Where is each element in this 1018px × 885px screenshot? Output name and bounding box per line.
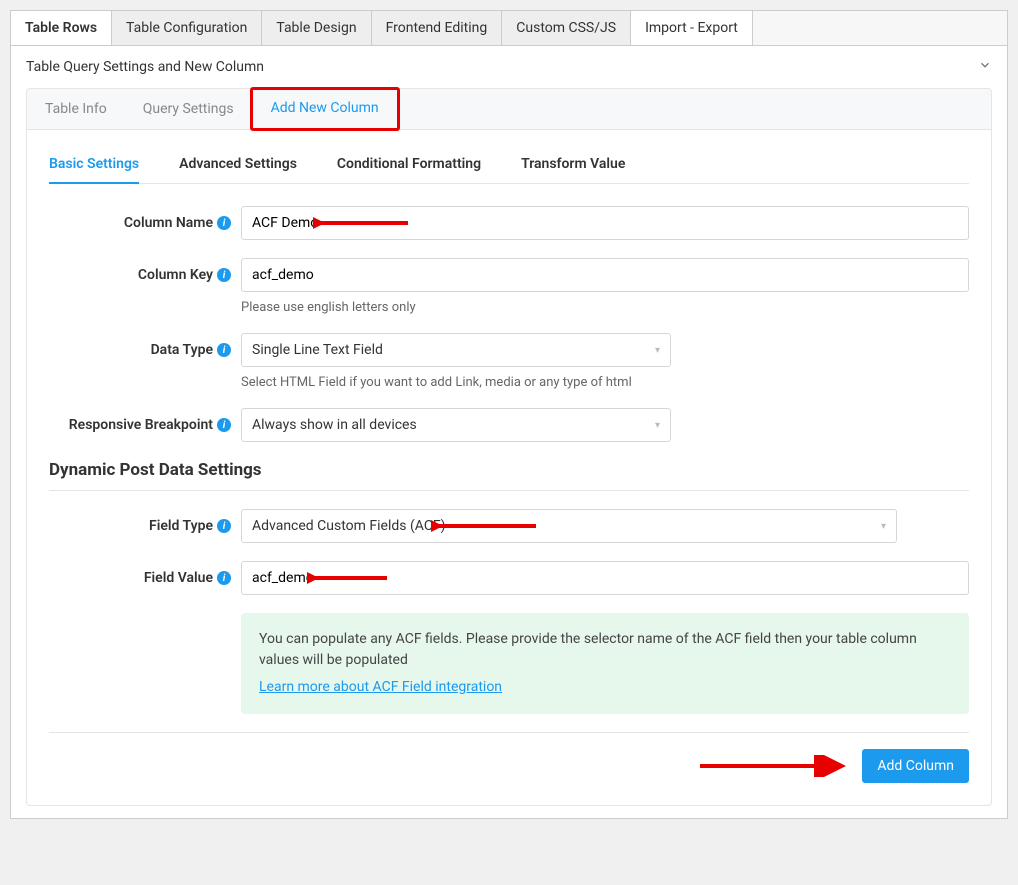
data-type-hint: Select HTML Field if you want to add Lin… [241, 375, 969, 390]
info-icon[interactable]: i [217, 571, 231, 585]
panel-title: Table Query Settings and New Column [26, 59, 264, 75]
footer-row: Add Column [49, 732, 969, 783]
responsive-breakpoint-label: Responsive Breakpoint i [49, 408, 241, 442]
field-type-select[interactable]: Advanced Custom Fields (ACF) ▾ [241, 509, 897, 543]
notice-text: You can populate any ACF fields. Please … [259, 629, 951, 671]
tab-table-configuration[interactable]: Table Configuration [112, 11, 262, 45]
info-icon[interactable]: i [217, 216, 231, 230]
chevron-down-icon: ▾ [881, 521, 886, 532]
tab-conditional-formatting[interactable]: Conditional Formatting [337, 148, 481, 183]
settings-panel: Table Query Settings and New Column Tabl… [10, 45, 1008, 819]
column-key-label: Column Key i [49, 258, 241, 292]
info-icon[interactable]: i [217, 519, 231, 533]
info-icon[interactable]: i [217, 418, 231, 432]
chevron-down-icon: ▾ [655, 420, 660, 431]
subtab-table-info[interactable]: Table Info [27, 89, 125, 129]
column-name-label: Column Name i [49, 206, 241, 240]
tab-frontend-editing[interactable]: Frontend Editing [372, 11, 503, 45]
collapse-toggle[interactable] [978, 58, 992, 76]
column-name-input[interactable] [241, 206, 969, 240]
tab-table-design[interactable]: Table Design [262, 11, 371, 45]
subtab-add-new-column[interactable]: Add New Column [250, 87, 400, 131]
column-settings-tabs: Basic Settings Advanced Settings Conditi… [49, 148, 969, 184]
chevron-down-icon [978, 58, 992, 72]
add-column-button[interactable]: Add Column [862, 749, 969, 783]
acf-learn-more-link[interactable]: Learn more about ACF Field integration [259, 677, 502, 698]
tab-transform-value[interactable]: Transform Value [521, 148, 625, 183]
info-icon[interactable]: i [217, 343, 231, 357]
info-icon[interactable]: i [217, 268, 231, 282]
annotation-arrow-icon [700, 755, 850, 777]
tab-advanced-settings[interactable]: Advanced Settings [179, 148, 297, 183]
main-tab-strip: Table Rows Table Configuration Table Des… [10, 10, 1008, 45]
tab-import-export[interactable]: Import - Export [631, 11, 753, 45]
query-sub-tabs: Table Info Query Settings Add New Column [26, 88, 992, 130]
responsive-breakpoint-select[interactable]: Always show in all devices ▾ [241, 408, 671, 442]
field-type-label: Field Type i [49, 509, 241, 543]
tab-basic-settings[interactable]: Basic Settings [49, 148, 139, 184]
acf-info-notice: You can populate any ACF fields. Please … [241, 613, 969, 714]
subtab-query-settings[interactable]: Query Settings [125, 89, 252, 129]
tab-custom-css-js[interactable]: Custom CSS/JS [502, 11, 631, 45]
column-key-hint: Please use english letters only [241, 300, 969, 315]
add-column-panel: Basic Settings Advanced Settings Conditi… [26, 130, 992, 806]
chevron-down-icon: ▾ [655, 345, 660, 356]
data-type-select[interactable]: Single Line Text Field ▾ [241, 333, 671, 367]
column-key-input[interactable] [241, 258, 969, 292]
field-value-label: Field Value i [49, 561, 241, 595]
dynamic-section-title: Dynamic Post Data Settings [49, 460, 969, 491]
field-value-input[interactable] [241, 561, 969, 595]
data-type-label: Data Type i [49, 333, 241, 367]
tab-table-rows[interactable]: Table Rows [11, 11, 112, 45]
